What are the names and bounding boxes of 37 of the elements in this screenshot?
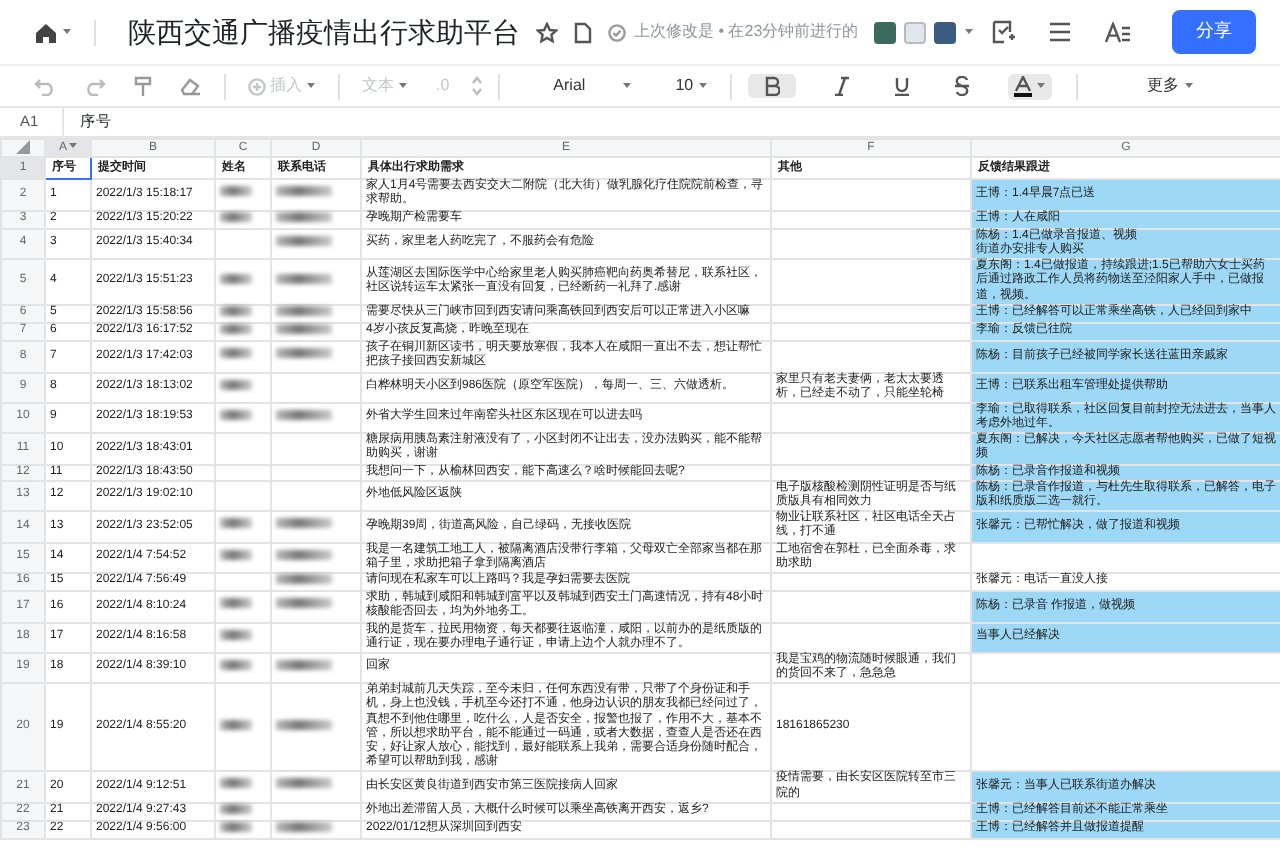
italic-icon (833, 76, 850, 96)
caret-icon (964, 28, 975, 36)
redo-icon (84, 77, 106, 95)
text-style-icon[interactable] (1104, 21, 1132, 43)
avatar[interactable] (934, 21, 957, 43)
caret-icon (398, 82, 408, 90)
menu-icon[interactable] (1048, 22, 1072, 42)
add-task-icon[interactable] (992, 20, 1016, 44)
caret-icon (1183, 82, 1194, 90)
plus-circle-icon (248, 77, 266, 95)
document-icon[interactable] (574, 21, 592, 43)
bold-icon (763, 76, 780, 96)
font-color-button[interactable] (1007, 73, 1052, 99)
home-icon (34, 21, 58, 43)
strikethrough-icon (953, 76, 970, 96)
caret-icon (62, 28, 72, 36)
star-icon[interactable] (536, 21, 558, 43)
undo-icon (34, 77, 56, 95)
font-dropdown[interactable]: Arial (547, 76, 638, 96)
caret-icon (697, 82, 708, 90)
bold-button[interactable] (747, 74, 796, 98)
select-all-corner-icon[interactable] (16, 140, 30, 154)
caret-icon (1035, 82, 1046, 90)
last-edit-text: 上次修改是 • 在23分钟前进行的 (634, 20, 859, 44)
eraser-icon (180, 76, 202, 96)
caret-icon (621, 81, 632, 90)
share-button[interactable]: 分享 (1172, 10, 1256, 54)
caret-icon (306, 82, 316, 90)
check-circle-icon (608, 23, 626, 41)
document-title: 陕西交通广播疫情出行求助平台 (128, 13, 520, 51)
avatar[interactable] (874, 21, 897, 43)
font-color-icon (1013, 75, 1032, 97)
more-button[interactable]: 更多 (1141, 76, 1200, 96)
font-size-dropdown[interactable]: 10 (669, 76, 714, 96)
paint-roller-icon (134, 75, 152, 97)
underline-icon (893, 76, 910, 96)
caret-icon (67, 141, 77, 150)
